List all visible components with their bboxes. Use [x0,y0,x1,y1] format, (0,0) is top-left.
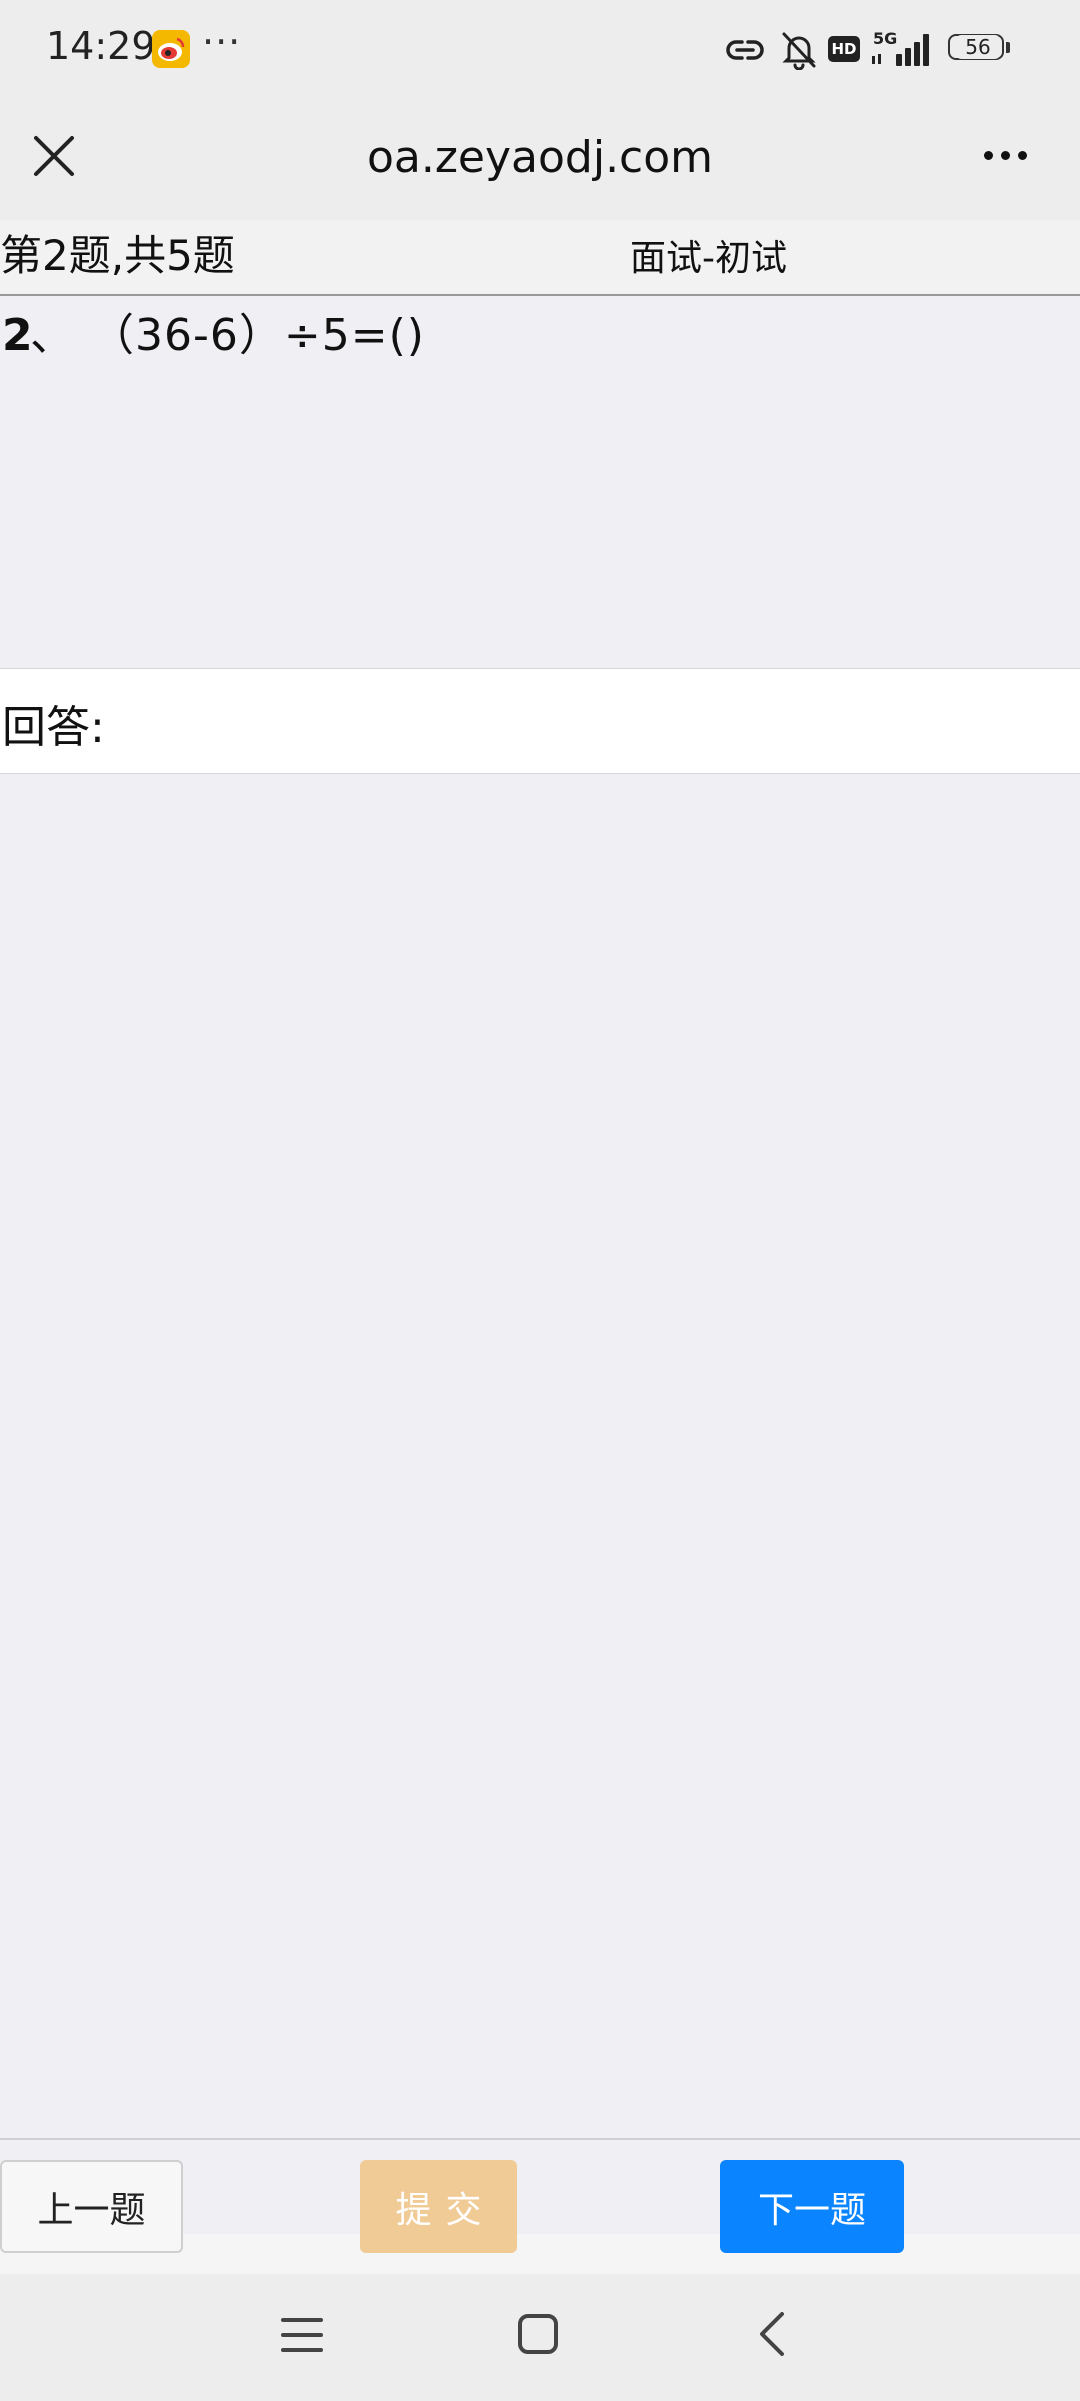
question-text: （36-6）÷5=() [90,310,425,361]
close-icon [34,136,74,176]
submit-button[interactable]: 提交 [360,2160,517,2253]
more-menu-button[interactable] [970,130,1040,180]
next-question-button[interactable]: 下一题 [720,2160,904,2253]
footer-divider [0,2138,1080,2140]
answer-label: 回答: [2,702,105,753]
weibo-icon [152,30,190,68]
prev-question-button[interactable]: 上一题 [0,2160,183,2253]
question-separator: 、 [30,310,74,361]
bell-muted-icon [782,32,816,70]
recent-apps-icon[interactable] [279,2312,325,2358]
hd-badge: HD [828,36,860,62]
link-icon [726,40,764,60]
close-button[interactable] [26,128,82,184]
exam-title: 面试-初试 [630,238,787,279]
battery-level: 56 [956,35,1000,59]
answer-row[interactable] [0,668,1080,774]
status-more-indicator: ··· [202,20,242,64]
page-url-title: oa.zeyaodj.com [366,132,714,183]
question-progress: 第2题,共5题 [0,231,235,280]
home-icon[interactable] [514,2310,562,2358]
more-icon-dot [1000,150,1010,160]
question-number: 2 [2,310,33,361]
more-icon [983,150,993,160]
signal-icon [872,34,929,66]
back-icon[interactable] [752,2308,792,2360]
more-icon-dot [1017,150,1027,160]
battery-icon: 56 [948,34,1010,64]
status-time: 14:29 [46,24,156,68]
